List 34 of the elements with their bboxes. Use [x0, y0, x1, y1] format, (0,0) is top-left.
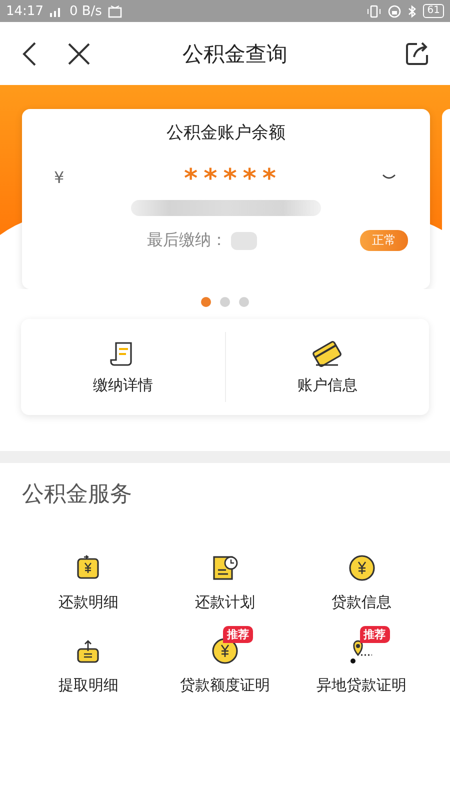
bluetooth-icon — [407, 4, 418, 18]
share-icon — [404, 40, 430, 66]
network-speed: 0 B/s — [69, 4, 102, 18]
service-item[interactable]: 提取明细 — [20, 624, 157, 695]
battery-level: 61 — [423, 4, 444, 18]
carousel-dot[interactable] — [239, 297, 249, 307]
close-icon — [66, 40, 92, 66]
recommend-badge: 推荐 — [360, 626, 390, 643]
service-item[interactable]: 推荐 贷款额度证明 — [156, 624, 294, 695]
closed-eye-icon[interactable] — [382, 173, 396, 181]
service-item[interactable]: 推荐 异地贷款证明 — [293, 624, 430, 695]
service-item[interactable]: 还款明细 — [20, 541, 157, 612]
blurred-text — [231, 232, 257, 250]
page-title: 公积金查询 — [182, 40, 288, 68]
tray-upload-icon — [75, 638, 102, 664]
document-clock-icon — [210, 554, 239, 582]
status-badge: 正常 — [360, 230, 408, 251]
balance-card[interactable]: 公积金账户余额 ¥ ***** 最后缴纳： 正常 — [22, 109, 430, 289]
quick-action[interactable]: 缴纳详情 — [21, 334, 224, 400]
quick-action[interactable]: 账户信息 — [226, 334, 429, 400]
yuan-box-icon — [75, 555, 102, 581]
service-item[interactable]: 还款计划 — [156, 541, 294, 612]
service-item[interactable]: 贷款信息 — [293, 541, 430, 612]
carousel-dot[interactable] — [220, 297, 230, 307]
clock-time: 14:17 — [6, 4, 44, 18]
vibrate-icon — [366, 4, 382, 18]
carousel-dot[interactable] — [201, 297, 211, 307]
currency-symbol: ¥ — [53, 168, 66, 186]
last-payment-label: 最后缴纳： — [147, 230, 227, 251]
card-title: 公积金账户余额 — [166, 122, 286, 144]
recommend-badge: 推荐 — [222, 626, 253, 643]
hidden-balance: ***** — [183, 166, 283, 188]
yuan-coin-icon — [348, 554, 376, 582]
section-title: 公积金服务 — [21, 481, 133, 509]
